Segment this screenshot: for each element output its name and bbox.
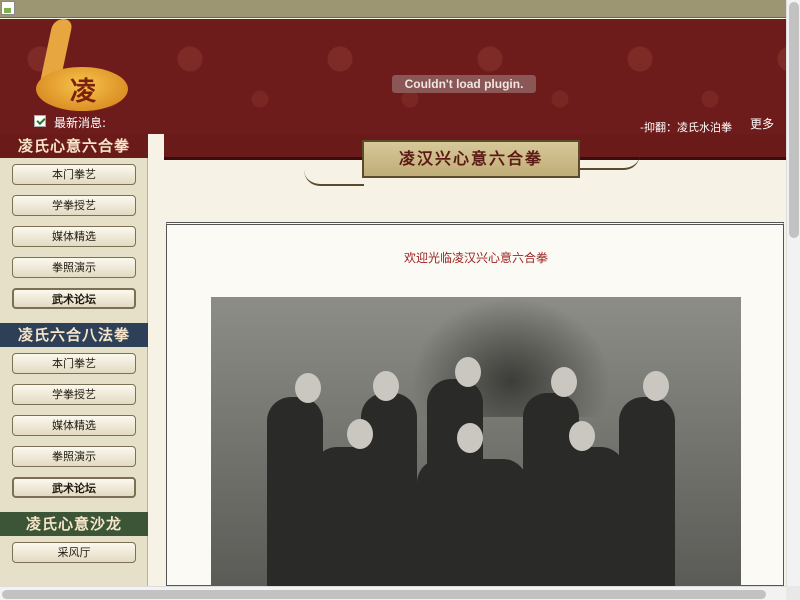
photo-face <box>373 371 399 401</box>
sidebar-item-wushu-luntan[interactable]: 武术论坛 <box>12 288 136 309</box>
photo-face <box>295 373 321 403</box>
plugin-error-message: Couldn't load plugin. <box>392 75 536 93</box>
site-banner: 凌 Couldn't load plugin. 最新消息: -抑翻：凌氏水泊拳 … <box>0 19 786 134</box>
sidebar-item-menpai-quanyi[interactable]: 本门拳艺 <box>12 164 136 185</box>
sidebar-item-xuequan-shouyi[interactable]: 学拳授艺 <box>12 195 136 216</box>
photo-face <box>457 423 483 453</box>
scroll-ribbon-left <box>304 170 364 186</box>
scrollbar-corner <box>786 586 800 600</box>
photo-person <box>313 447 383 589</box>
sidebar-menu: 本门拳艺 学拳授艺 媒体精选 拳照演示 武术论坛 <box>0 347 147 512</box>
sidebar-item-xuequan-shouyi[interactable]: 学拳授艺 <box>12 384 136 405</box>
sidebar-item-meiti-jingxuan[interactable]: 媒体精选 <box>12 226 136 247</box>
news-checkbox-icon <box>34 115 46 127</box>
sidebar-item-quanzhao-yanshi[interactable]: 拳照演示 <box>12 446 136 467</box>
sidebar-item-menpai-quanyi[interactable]: 本门拳艺 <box>12 353 136 374</box>
page-title: 凌汉兴心意六合拳 <box>362 140 580 178</box>
content-panel: 欢迎光临凌汉兴心意六合拳 <box>166 222 784 589</box>
photo-face <box>551 367 577 397</box>
photo-face <box>347 419 373 449</box>
logo-char: 凌 <box>70 77 97 107</box>
sidebar-item-caifeng-ting[interactable]: 采风厅 <box>12 542 136 563</box>
photo-person <box>555 447 625 589</box>
photo-face <box>569 421 595 451</box>
sidebar-section-title: 凌氏心意沙龙 <box>0 512 148 536</box>
photo-face <box>643 371 669 401</box>
sidebar-item-wushu-luntan[interactable]: 武术论坛 <box>12 477 136 498</box>
vertical-scroll-thumb[interactable] <box>789 2 799 238</box>
sidebar: 凌氏心意六合拳 本门拳艺 学拳授艺 媒体精选 拳照演示 武术论坛 凌氏六合八法拳… <box>0 134 148 586</box>
more-link[interactable]: 更多>> <box>750 115 786 134</box>
scroll-ribbon-right <box>580 154 640 170</box>
horizontal-scrollbar[interactable] <box>0 586 786 600</box>
site-logo[interactable]: 凌 <box>36 19 128 111</box>
welcome-text: 欢迎光临凌汉兴心意六合拳 <box>403 251 548 265</box>
sidebar-item-quanzhao-yanshi[interactable]: 拳照演示 <box>12 257 136 278</box>
sidebar-section-title: 凌氏六合八法拳 <box>0 323 148 347</box>
sidebar-item-meiti-jingxuan[interactable]: 媒体精选 <box>12 415 136 436</box>
broken-image-icon <box>1 1 15 15</box>
group-photo <box>211 297 741 589</box>
main-content: 凌汉兴心意六合拳 欢迎光临凌汉兴心意六合拳 <box>164 134 786 589</box>
photo-person <box>417 459 527 589</box>
photo-face <box>455 357 481 387</box>
news-label: 最新消息: <box>54 116 107 130</box>
browser-top-bar <box>0 0 786 18</box>
photo-person <box>619 397 675 589</box>
horizontal-scroll-thumb[interactable] <box>2 590 766 599</box>
sidebar-section-title: 凌氏心意六合拳 <box>0 134 148 158</box>
sidebar-menu: 采风厅 <box>0 536 147 577</box>
news-ticker[interactable]: -抑翻：凌氏水泊拳 <box>640 119 732 134</box>
vertical-scrollbar[interactable] <box>786 0 800 586</box>
sidebar-menu: 本门拳艺 学拳授艺 媒体精选 拳照演示 武术论坛 <box>0 158 147 323</box>
